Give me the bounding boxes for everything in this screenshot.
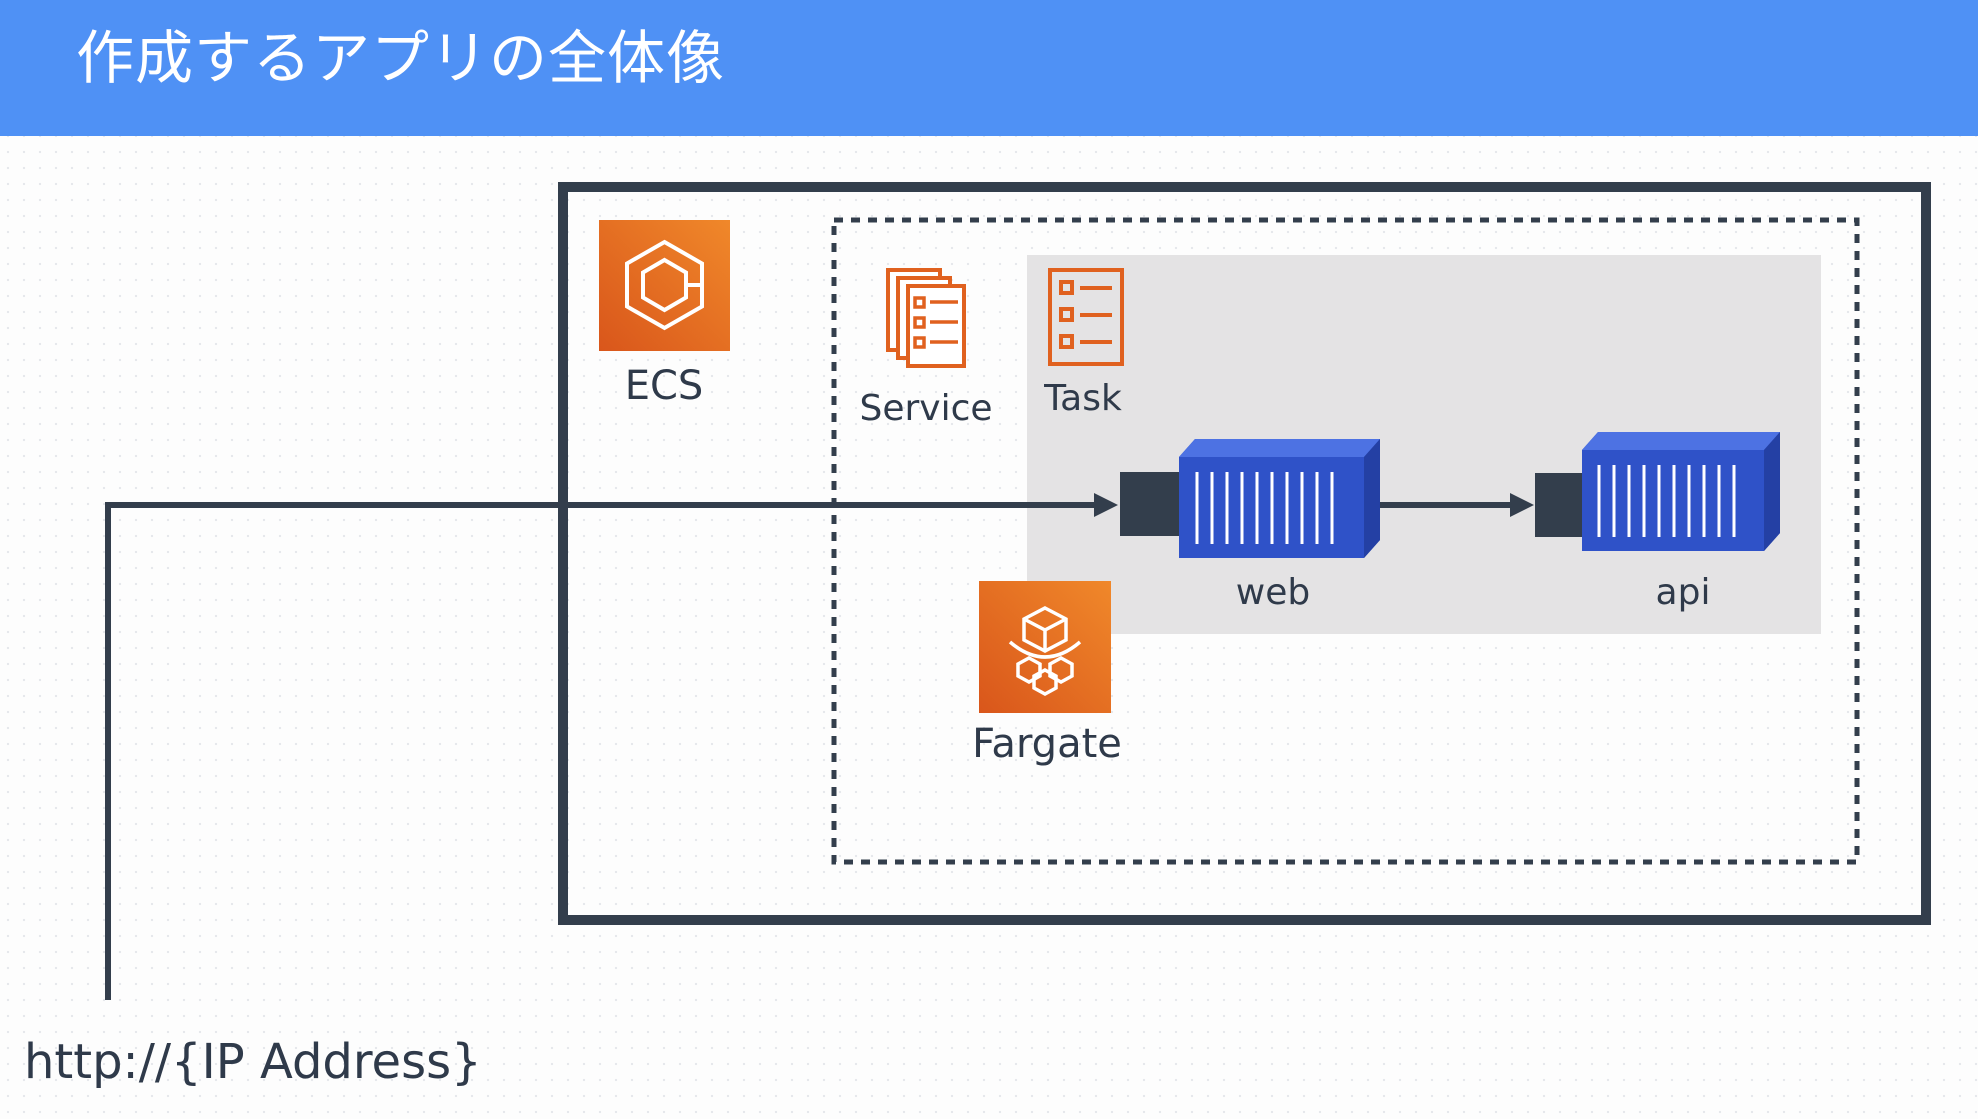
endpoint-url-label: http://{IP Address} <box>24 1034 482 1090</box>
task-label: Task <box>1043 378 1122 419</box>
fargate-icon <box>979 581 1111 713</box>
ecs-label: ECS <box>625 363 704 409</box>
service-icon <box>886 268 966 368</box>
ecs-icon <box>599 220 730 351</box>
fargate-label: Fargate <box>972 721 1122 767</box>
web-container-label: web <box>1236 572 1310 613</box>
api-container-label: api <box>1656 572 1711 613</box>
slide: 作成するアプリの全体像 ECS Service Task Fargate web… <box>0 0 1978 1119</box>
architecture-diagram: ECS Service Task Fargate web api http://… <box>24 182 1931 1090</box>
service-label: Service <box>859 388 992 429</box>
